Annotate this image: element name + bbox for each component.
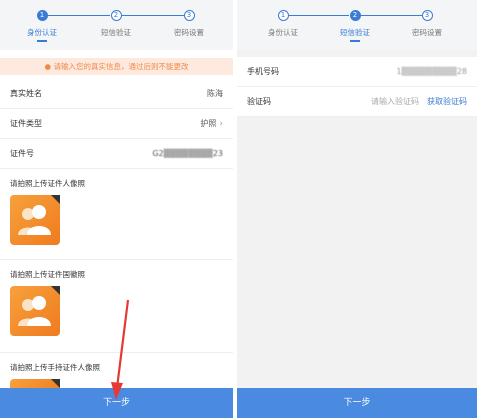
step-label: 密码设置 bbox=[412, 28, 442, 37]
next-step-button[interactable]: 下一步 bbox=[237, 388, 477, 418]
next-step-button[interactable]: 下一步 bbox=[0, 388, 233, 418]
get-code-button[interactable]: 获取验证码 bbox=[427, 87, 467, 116]
phone-number-value: 1▒▒▒▒▒▒▒▒▒28 bbox=[396, 67, 467, 76]
id-number-row[interactable]: 证件号 G2▒▒▒▒▒▒▒▒23 bbox=[0, 139, 233, 169]
step-sms: 2 短信验证 bbox=[86, 10, 146, 38]
progress-stepper: 1 身份认证 2 短信验证 3 密码设置 bbox=[237, 0, 477, 50]
verification-code-input[interactable]: 请输入验证码 bbox=[371, 87, 419, 116]
upload-title: 请拍照上传手持证件人像照 bbox=[10, 363, 100, 372]
step-label: 身份认证 bbox=[27, 28, 57, 37]
active-step-underline bbox=[37, 40, 47, 42]
phone-number-label: 手机号码 bbox=[247, 67, 279, 76]
phone-number-row: 手机号码 1▒▒▒▒▒▒▒▒▒28 bbox=[237, 57, 477, 87]
notice-text: 请输入您的真实信息，通过后则不能更改 bbox=[53, 62, 189, 71]
id-number-value: G2▒▒▒▒▒▒▒▒23 bbox=[152, 149, 223, 158]
camera-corner-icon bbox=[51, 379, 60, 388]
location-pin-icon: ● bbox=[44, 62, 52, 71]
step-label: 短信验证 bbox=[340, 28, 370, 37]
upload-portrait-section: 请拍照上传证件人像照 bbox=[0, 169, 233, 260]
sms-verification-screen: 1 身份认证 2 短信验证 3 密码设置 手机号码 1▒▒▒▒▒▒▒▒▒28 验… bbox=[237, 0, 477, 418]
person-avatar-icon bbox=[18, 296, 51, 326]
chevron-right-icon: › bbox=[219, 119, 223, 129]
upload-emblem-button[interactable] bbox=[10, 286, 60, 336]
id-type-label: 证件类型 bbox=[10, 119, 42, 128]
step-password: 3 密码设置 bbox=[159, 10, 219, 38]
upload-emblem-section: 请拍照上传证件国徽照 bbox=[0, 260, 233, 353]
step-number: 2 bbox=[110, 10, 122, 21]
step-label: 密码设置 bbox=[174, 28, 204, 37]
id-type-row[interactable]: 证件类型 护照 › bbox=[0, 109, 233, 139]
upload-title: 请拍照上传证件人像照 bbox=[10, 179, 85, 188]
id-number-label: 证件号 bbox=[10, 149, 34, 158]
upload-title: 请拍照上传证件国徽照 bbox=[10, 270, 85, 279]
notice-banner: ● 请输入您的真实信息，通过后则不能更改 bbox=[0, 58, 233, 75]
step-label: 短信验证 bbox=[101, 28, 131, 37]
real-name-label: 真实姓名 bbox=[10, 89, 42, 98]
step-identity: 1 身份认证 bbox=[12, 10, 72, 42]
active-step-underline bbox=[350, 40, 360, 42]
step-number: 1 bbox=[36, 10, 48, 21]
step-number: 3 bbox=[421, 10, 433, 21]
step-password: 3 密码设置 bbox=[397, 10, 457, 38]
identity-verification-screen: 1 身份认证 2 短信验证 3 密码设置 ● 请输入您的真实信息，通过后则不能更… bbox=[0, 0, 233, 418]
verification-code-row: 验证码 请输入验证码 获取验证码 bbox=[237, 87, 477, 117]
upload-portrait-button[interactable] bbox=[10, 195, 60, 245]
id-type-value: 护照 bbox=[200, 119, 217, 128]
step-number: 3 bbox=[183, 10, 195, 21]
person-avatar-icon bbox=[18, 205, 51, 235]
step-sms: 2 短信验证 bbox=[325, 10, 385, 42]
step-label: 身份认证 bbox=[268, 28, 298, 37]
progress-stepper: 1 身份认证 2 短信验证 3 密码设置 bbox=[0, 0, 233, 50]
step-number: 2 bbox=[349, 10, 361, 21]
step-identity: 1 身份认证 bbox=[253, 10, 313, 38]
step-number: 1 bbox=[277, 10, 289, 21]
real-name-row[interactable]: 真实姓名 陈海 bbox=[0, 79, 233, 109]
verification-code-label: 验证码 bbox=[247, 97, 271, 106]
real-name-value: 陈海 bbox=[207, 89, 223, 98]
